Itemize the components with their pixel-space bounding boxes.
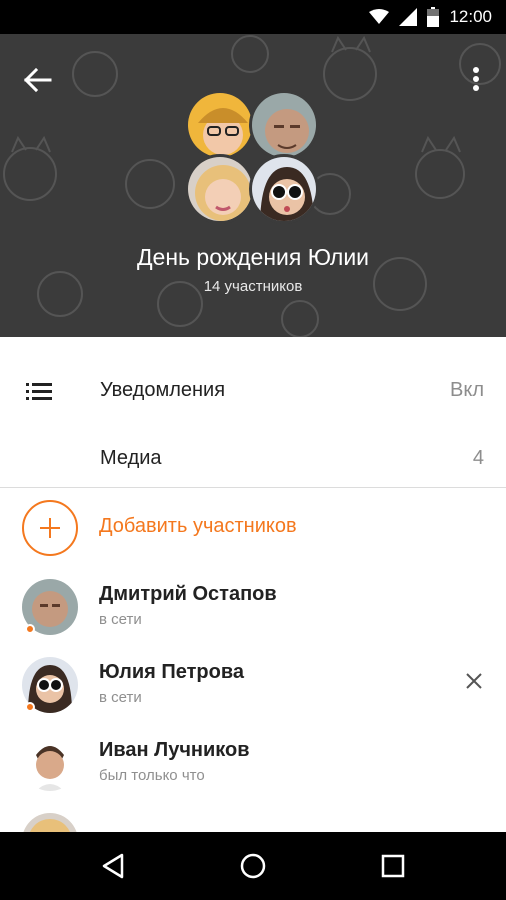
system-navigation-bar xyxy=(0,832,506,900)
member-row[interactable]: Дмитрий Остапов в сети xyxy=(0,573,506,651)
member-name: Юлия Петрова xyxy=(99,661,244,683)
online-indicator xyxy=(25,624,35,634)
notifications-setting[interactable]: Уведомления Вкл xyxy=(0,351,506,419)
back-triangle-icon[interactable] xyxy=(98,851,128,881)
member-status: был только что xyxy=(99,767,205,784)
online-indicator xyxy=(25,702,35,712)
battery-icon xyxy=(427,7,440,27)
list-icon xyxy=(26,383,52,400)
media-setting[interactable]: Медиа 4 xyxy=(0,419,506,487)
avatar xyxy=(22,735,78,791)
member-status: в сети xyxy=(99,689,142,706)
chat-info-list: Уведомления Вкл Медиа 4 Добавить участни… xyxy=(0,337,506,832)
add-plus-icon xyxy=(22,500,78,556)
participant-count: 14 участников xyxy=(203,278,303,295)
member-name: Иван Лучников xyxy=(99,739,250,761)
avatar xyxy=(22,813,78,832)
group-avatar-woman-blonde xyxy=(185,154,255,224)
media-count: 4 xyxy=(472,447,484,469)
member-row[interactable]: Юлия Петрова в сети xyxy=(0,651,506,729)
status-bar: 12:00 xyxy=(0,0,506,34)
add-members-button[interactable]: Добавить участников xyxy=(0,495,506,561)
member-row-partial[interactable] xyxy=(0,807,506,832)
media-label: Медиа xyxy=(100,447,162,469)
recents-square-icon[interactable] xyxy=(378,851,408,881)
notifications-value: Вкл xyxy=(450,379,484,401)
wifi-icon xyxy=(369,9,390,24)
back-arrow-icon[interactable] xyxy=(18,60,58,100)
clock: 12:00 xyxy=(449,7,492,26)
add-members-label: Добавить участников xyxy=(99,515,297,537)
group-title: День рождения Юлии xyxy=(136,244,370,270)
signal-icon xyxy=(399,8,418,26)
chat-header: День рождения Юлии 14 участников xyxy=(0,34,506,337)
member-name: Дмитрий Остапов xyxy=(99,583,277,605)
member-row[interactable]: Иван Лучников был только что xyxy=(0,729,506,807)
close-icon[interactable] xyxy=(464,671,484,691)
group-avatar-woman-sunglasses xyxy=(249,154,319,224)
group-avatar-woman-glasses xyxy=(185,90,255,160)
notifications-label: Уведомления xyxy=(100,379,226,401)
divider xyxy=(0,487,506,488)
member-status: в сети xyxy=(99,611,142,628)
group-avatar-collage[interactable] xyxy=(185,90,323,226)
home-circle-icon[interactable] xyxy=(238,851,268,881)
more-vert-icon[interactable] xyxy=(464,60,488,100)
group-avatar-man xyxy=(249,90,319,160)
